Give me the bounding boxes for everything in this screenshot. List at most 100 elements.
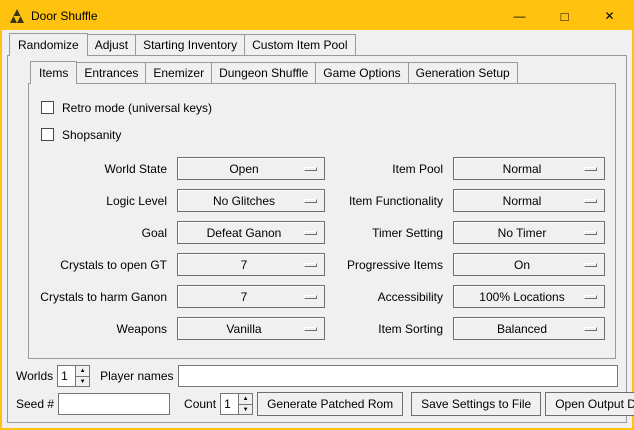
items-pane: Retro mode (universal keys) Shopsanity W… (28, 83, 616, 359)
progressive-items-label: Progressive Items (333, 258, 445, 272)
player-names-input[interactable] (178, 365, 619, 387)
sub-tabbar: Items Entrances Enemizer Dungeon Shuffle… (28, 61, 616, 83)
retro-mode-checkbox-box[interactable] (41, 101, 54, 114)
worlds-label: Worlds (16, 369, 53, 383)
crystals-harm-ganon-label: Crystals to harm Ganon (37, 290, 169, 304)
dropdown-progressive-items[interactable]: On (453, 253, 605, 276)
close-icon: ✕ (604, 10, 614, 22)
optionmenu-value: Normal (503, 162, 556, 176)
open-output-directory-button[interactable]: Open Output Directory (545, 392, 634, 416)
dropdown-world-state[interactable]: Open (177, 157, 325, 180)
optionmenu-indicator-icon (584, 167, 597, 171)
tab-adjust[interactable]: Adjust (87, 34, 136, 55)
down-arrow-icon: ▼ (80, 379, 86, 385)
worlds-spinbox[interactable]: ▲ ▼ (57, 365, 90, 387)
optionmenu-indicator-icon (584, 327, 597, 331)
optionmenu-value: 100% Locations (479, 290, 578, 304)
timer-setting-label: Timer Setting (333, 226, 445, 240)
dropdown-crystals-harm-ganon[interactable]: 7 (177, 285, 325, 308)
sub-notebook: Items Entrances Enemizer Dungeon Shuffle… (28, 61, 616, 359)
optionmenu-value: Open (229, 162, 272, 176)
close-button[interactable]: ✕ (587, 2, 632, 30)
shopsanity-label: Shopsanity (62, 128, 121, 142)
dropdown-accessibility[interactable]: 100% Locations (453, 285, 605, 308)
up-arrow-icon: ▲ (243, 396, 249, 402)
count-spin-arrows: ▲ ▼ (238, 394, 252, 414)
window: Door Shuffle — □ ✕ Randomize Adjust Star… (0, 0, 634, 430)
minimize-icon: — (514, 10, 526, 22)
titlebar[interactable]: Door Shuffle — □ ✕ (2, 2, 632, 30)
optionmenu-indicator-icon (584, 231, 597, 235)
accessibility-label: Accessibility (333, 290, 445, 304)
logic-level-label: Logic Level (37, 194, 169, 208)
optionmenu-indicator-icon (584, 263, 597, 267)
dropdown-crystals-open-gt[interactable]: 7 (177, 253, 325, 276)
optionmenu-indicator-icon (304, 263, 317, 267)
optionmenu-value: No Timer (498, 226, 561, 240)
window-title: Door Shuffle (31, 9, 497, 23)
checkbox-shopsanity[interactable]: Shopsanity (41, 125, 607, 144)
randomize-pane: Items Entrances Enemizer Dungeon Shuffle… (7, 55, 627, 423)
crystals-open-gt-label: Crystals to open GT (37, 258, 169, 272)
optionmenu-value: Defeat Ganon (207, 226, 296, 240)
count-value-input[interactable] (221, 394, 238, 414)
subtab-dungeon-shuffle[interactable]: Dungeon Shuffle (211, 62, 316, 83)
optionmenu-value: Normal (503, 194, 556, 208)
up-arrow-icon: ▲ (80, 368, 86, 374)
seed-row: Seed # Count ▲ ▼ Generate Patched Rom Sa… (14, 392, 620, 416)
optionmenu-indicator-icon (304, 199, 317, 203)
item-functionality-label: Item Functionality (333, 194, 445, 208)
optionmenu-indicator-icon (584, 295, 597, 299)
retro-mode-label: Retro mode (universal keys) (62, 101, 212, 115)
minimize-button[interactable]: — (497, 2, 542, 30)
item-pool-label: Item Pool (333, 162, 445, 176)
optionmenu-indicator-icon (584, 199, 597, 203)
player-names-label: Player names (100, 369, 173, 383)
checkbox-retro-mode[interactable]: Retro mode (universal keys) (41, 98, 607, 117)
count-spinbox[interactable]: ▲ ▼ (220, 393, 253, 415)
worlds-spin-down[interactable]: ▼ (76, 376, 89, 386)
seed-input[interactable] (58, 393, 170, 415)
tab-custom-item-pool[interactable]: Custom Item Pool (244, 34, 355, 55)
down-arrow-icon: ▼ (243, 407, 249, 413)
world-state-label: World State (37, 162, 169, 176)
dropdown-item-sorting[interactable]: Balanced (453, 317, 605, 340)
count-label: Count (184, 397, 216, 411)
dropdown-timer-setting[interactable]: No Timer (453, 221, 605, 244)
tab-randomize[interactable]: Randomize (9, 33, 88, 56)
subtab-entrances[interactable]: Entrances (76, 62, 146, 83)
worlds-value-input[interactable] (58, 366, 75, 386)
subtab-game-options[interactable]: Game Options (315, 62, 408, 83)
optionmenu-indicator-icon (304, 295, 317, 299)
tab-starting-inventory[interactable]: Starting Inventory (135, 34, 245, 55)
window-body: Randomize Adjust Starting Inventory Cust… (2, 30, 632, 428)
count-spin-up[interactable]: ▲ (239, 394, 252, 404)
optionmenu-value: Vanilla (226, 322, 275, 336)
subtab-generation-setup[interactable]: Generation Setup (408, 62, 518, 83)
optionmenu-value: 7 (241, 290, 262, 304)
maximize-button[interactable]: □ (542, 2, 587, 30)
weapons-label: Weapons (37, 322, 169, 336)
worlds-spin-up[interactable]: ▲ (76, 366, 89, 376)
dropdown-item-pool[interactable]: Normal (453, 157, 605, 180)
main-tabbar: Randomize Adjust Starting Inventory Cust… (7, 33, 627, 55)
worlds-spin-arrows: ▲ ▼ (75, 366, 89, 386)
save-settings-button[interactable]: Save Settings to File (411, 392, 541, 416)
generate-patched-rom-button[interactable]: Generate Patched Rom (257, 392, 403, 416)
optionmenu-indicator-icon (304, 231, 317, 235)
dropdown-item-functionality[interactable]: Normal (453, 189, 605, 212)
dropdown-weapons[interactable]: Vanilla (177, 317, 325, 340)
optionmenu-value: Balanced (497, 322, 561, 336)
subtab-enemizer[interactable]: Enemizer (145, 62, 212, 83)
optionmenu-indicator-icon (304, 327, 317, 331)
settings-grid: World State Open Item Pool Normal Logic … (37, 157, 607, 340)
dropdown-logic-level[interactable]: No Glitches (177, 189, 325, 212)
count-spin-down[interactable]: ▼ (239, 404, 252, 414)
optionmenu-value: 7 (241, 258, 262, 272)
window-controls: — □ ✕ (497, 2, 632, 30)
subtab-items[interactable]: Items (30, 61, 77, 84)
shopsanity-checkbox-box[interactable] (41, 128, 54, 141)
optionmenu-value: On (514, 258, 544, 272)
app-icon (9, 8, 25, 24)
dropdown-goal[interactable]: Defeat Ganon (177, 221, 325, 244)
